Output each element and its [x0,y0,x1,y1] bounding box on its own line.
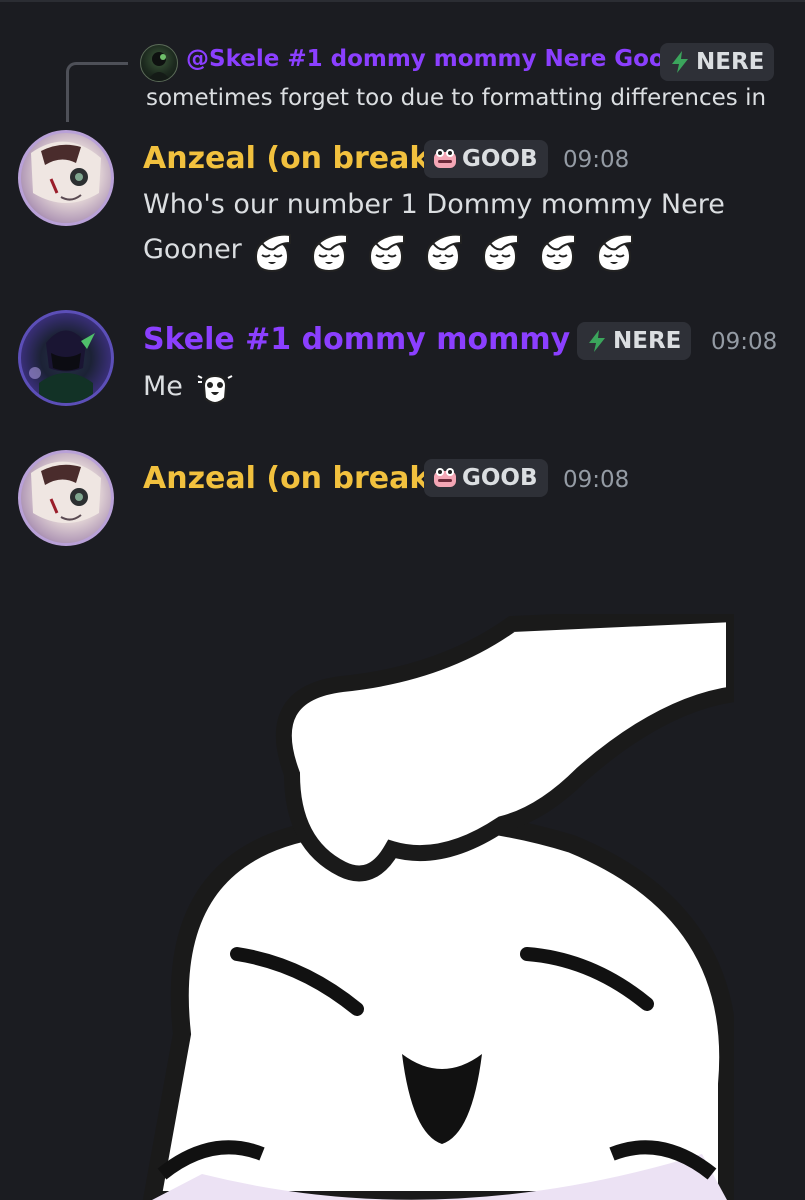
message-1-tag-label: GOOB [462,146,538,172]
reply-connector-line [66,62,128,122]
message-1-role-tag[interactable]: GOOB [424,140,548,178]
head-pat-emoji[interactable] [592,231,636,275]
message-3-timestamp: 09:08 [563,467,630,493]
head-pat-emoji[interactable] [307,231,351,275]
lightning-bolt-icon [589,330,605,352]
message-1-emoji-row [250,231,636,275]
lightning-bolt-icon [672,51,688,73]
message-1-author[interactable]: Anzeal (on break) [143,141,443,176]
head-pat-sticker[interactable] [142,614,734,1200]
message-1-text-line-2: Gooner [143,234,242,265]
reply-preview-text[interactable]: sometimes forget too due to formatting d… [146,85,766,111]
avatar-anzeal-art [31,141,101,203]
head-pat-emoji[interactable] [535,231,579,275]
avatar-skele[interactable] [18,310,114,406]
avatar-anzeal[interactable] [18,450,114,546]
message-3-role-tag[interactable]: GOOB [424,459,548,497]
top-divider [0,0,805,2]
head-pat-sticker-art [142,614,734,1200]
avatar-skele-art [29,330,95,403]
message-1-text-line-1: Who's our number 1 Dommy mommy Nere [143,189,725,220]
message-1-timestamp: 09:08 [563,147,630,173]
message-2-timestamp: 09:08 [711,329,778,355]
message-3-tag-label: GOOB [462,465,538,491]
avatar-anzeal[interactable] [18,130,114,226]
head-pat-emoji[interactable] [478,231,522,275]
message-2-author[interactable]: Skele #1 dommy mommy ... [143,322,615,357]
avatar-anzeal-art [31,461,101,523]
reply-author-name[interactable]: @Skele #1 dommy mommy Nere Gooner [186,46,708,72]
frog-icon [434,468,456,487]
message-2-text: Me [143,371,183,402]
head-pat-emoji[interactable] [250,231,294,275]
head-pat-emoji[interactable] [364,231,408,275]
reply-avatar-art [147,52,171,81]
reply-tag-label: NERE [696,49,765,75]
frog-icon [434,149,456,168]
message-2-role-tag[interactable]: NERE [577,322,692,360]
message-3-author[interactable]: Anzeal (on break) [143,461,443,496]
chat-view: @Skele #1 dommy mommy Nere Gooner NERE s… [0,0,805,1200]
excited-face-emoji[interactable] [194,368,236,410]
message-2-tag-label: NERE [613,328,682,354]
reply-role-tag[interactable]: NERE [660,43,775,81]
reply-author-avatar[interactable] [140,44,178,82]
head-pat-emoji[interactable] [421,231,465,275]
